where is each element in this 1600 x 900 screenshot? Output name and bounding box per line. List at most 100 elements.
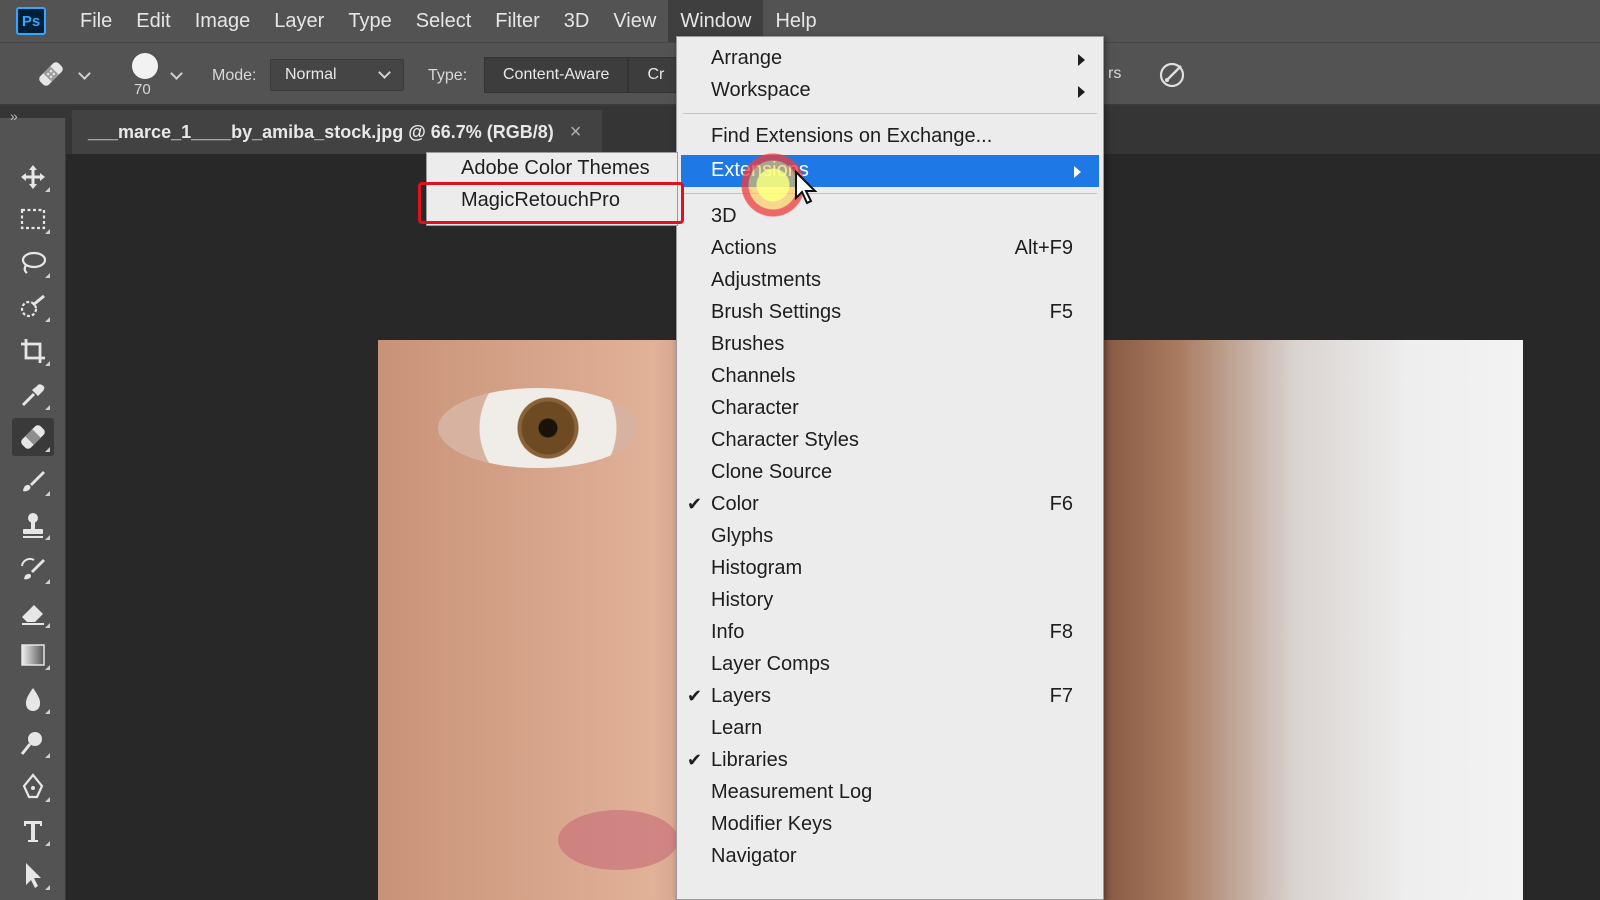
menu-view[interactable]: View (601, 0, 668, 42)
spot-healing-brush-icon[interactable] (34, 57, 68, 96)
menu-layer[interactable]: Layer (262, 0, 336, 42)
type-label: Type: (428, 67, 468, 84)
brush-icon[interactable] (12, 462, 54, 500)
menu-item-label: Character (711, 397, 799, 419)
type-button-group: Content-Aware Cr (484, 57, 684, 93)
checkmark-icon: ✔ (687, 750, 703, 770)
submenu-arrow-icon (1074, 166, 1081, 178)
eraser-icon[interactable] (12, 594, 54, 632)
menu-item-navigator[interactable]: Navigator (677, 841, 1103, 873)
content-aware-button[interactable]: Content-Aware (484, 57, 629, 93)
mode-chevron-down-icon (378, 66, 391, 79)
lasso-icon[interactable] (12, 244, 54, 282)
menu-item-3d[interactable]: 3D (677, 201, 1103, 233)
menu-item-shortcut: F8 (1049, 621, 1073, 643)
brush-size-value: 70 (134, 81, 151, 98)
menu-item-histogram[interactable]: Histogram (677, 553, 1103, 585)
dodge-icon[interactable] (12, 724, 54, 762)
document-tab-title: ___marce_1____by_amiba_stock.jpg @ 66.7%… (88, 121, 554, 142)
menu-item-label: Layers (711, 685, 772, 707)
menu-item-label: Learn (711, 717, 763, 739)
move-icon[interactable] (12, 158, 54, 196)
menu-item-label: Adjustments (711, 269, 822, 291)
brush-angle-icon[interactable] (1158, 61, 1186, 89)
close-tab-icon[interactable]: × (570, 121, 582, 144)
menu-edit[interactable]: Edit (124, 0, 182, 42)
collapse-panels-icon[interactable]: » (10, 108, 18, 124)
tools-panel (0, 118, 66, 900)
menu-item-find-extensions[interactable]: Find Extensions on Exchange... (677, 121, 1103, 153)
photo-eye (438, 388, 638, 468)
window-menu-dropdown: Arrange Workspace Find Extensions on Exc… (676, 36, 1104, 900)
mouse-pointer-icon (795, 170, 818, 205)
crop-icon[interactable] (12, 332, 54, 370)
menu-item-libraries[interactable]: ✔ Libraries (677, 745, 1103, 777)
menu-item-label: Clone Source (711, 461, 833, 483)
brush-preview[interactable] (132, 53, 158, 79)
menu-image[interactable]: Image (183, 0, 263, 42)
mode-value: Normal (285, 66, 337, 83)
path-selection-icon[interactable] (12, 856, 54, 894)
menu-item-label: Info (711, 621, 745, 643)
submenu-arrow-icon (1078, 54, 1085, 66)
photo-lip (558, 810, 678, 870)
menu-item-learn[interactable]: Learn (677, 713, 1103, 745)
menu-item-label: Brushes (711, 333, 785, 355)
menu-item-shortcut: F5 (1049, 301, 1073, 323)
menu-item-brush-settings[interactable]: Brush Settings F5 (677, 297, 1103, 329)
menu-item-actions[interactable]: Actions Alt+F9 (677, 233, 1103, 265)
menu-select[interactable]: Select (404, 0, 484, 42)
menu-item-color[interactable]: ✔ Color F6 (677, 489, 1103, 521)
menu-item-history[interactable]: History (677, 585, 1103, 617)
eyedropper-icon[interactable] (12, 376, 54, 414)
menu-type[interactable]: Type (336, 0, 403, 42)
blur-icon[interactable] (12, 680, 54, 718)
menu-item-adjustments[interactable]: Adjustments (677, 265, 1103, 297)
menu-item-label: History (711, 589, 774, 611)
menu-item-label: Channels (711, 365, 796, 387)
menu-item-clone-source[interactable]: Clone Source (677, 457, 1103, 489)
menu-item-label: Brush Settings (711, 301, 842, 323)
history-brush-icon[interactable] (12, 550, 54, 588)
menu-item-character-styles[interactable]: Character Styles (677, 425, 1103, 457)
menu-item-channels[interactable]: Channels (677, 361, 1103, 393)
menu-item-shortcut: Alt+F9 (1014, 237, 1073, 259)
menu-item-brushes[interactable]: Brushes (677, 329, 1103, 361)
menu-3d[interactable]: 3D (552, 0, 602, 42)
menu-item-label: Libraries (711, 749, 788, 771)
tool-preset-chevron-down-icon[interactable] (78, 67, 91, 80)
menu-item-character[interactable]: Character (677, 393, 1103, 425)
menu-item-label: Histogram (711, 557, 803, 579)
photoshop-logo[interactable]: Ps (16, 7, 46, 35)
brush-picker-chevron-down-icon[interactable] (170, 67, 183, 80)
menu-item-arrange[interactable]: Arrange (677, 43, 1103, 75)
checkmark-icon: ✔ (687, 494, 703, 514)
mode-label: Mode: (212, 67, 257, 84)
menu-item-label: Workspace (711, 79, 811, 101)
document-tab[interactable]: ___marce_1____by_amiba_stock.jpg @ 66.7%… (72, 110, 602, 154)
menu-item-label: Modifier Keys (711, 813, 833, 835)
menu-item-label: Color (711, 493, 759, 515)
menu-item-layers[interactable]: ✔ Layers F7 (677, 681, 1103, 713)
menu-item-measurement-log[interactable]: Measurement Log (677, 777, 1103, 809)
gradient-icon[interactable] (12, 636, 54, 674)
menu-item-layer-comps[interactable]: Layer Comps (677, 649, 1103, 681)
menu-item-glyphs[interactable]: Glyphs (677, 521, 1103, 553)
menu-item-info[interactable]: Info F8 (677, 617, 1103, 649)
marquee-icon[interactable] (12, 200, 54, 238)
type-icon[interactable] (12, 812, 54, 850)
sample-all-layers-partial-label: rs (1108, 65, 1122, 82)
menu-file[interactable]: File (68, 0, 124, 42)
submenu-item-adobe-color-themes[interactable]: Adobe Color Themes (461, 157, 650, 180)
menu-item-label: Layer Comps (711, 653, 830, 675)
mode-select[interactable]: Normal (270, 59, 404, 91)
menu-item-workspace[interactable]: Workspace (677, 75, 1103, 107)
menu-item-modifier-keys[interactable]: Modifier Keys (677, 809, 1103, 841)
menu-item-label: Actions (711, 237, 777, 259)
spot-healing-icon[interactable] (12, 418, 54, 456)
menu-filter[interactable]: Filter (483, 0, 551, 42)
quick-selection-icon[interactable] (12, 288, 54, 326)
clone-stamp-icon[interactable] (12, 506, 54, 544)
pen-icon[interactable] (12, 768, 54, 806)
menu-item-label: Glyphs (711, 525, 774, 547)
